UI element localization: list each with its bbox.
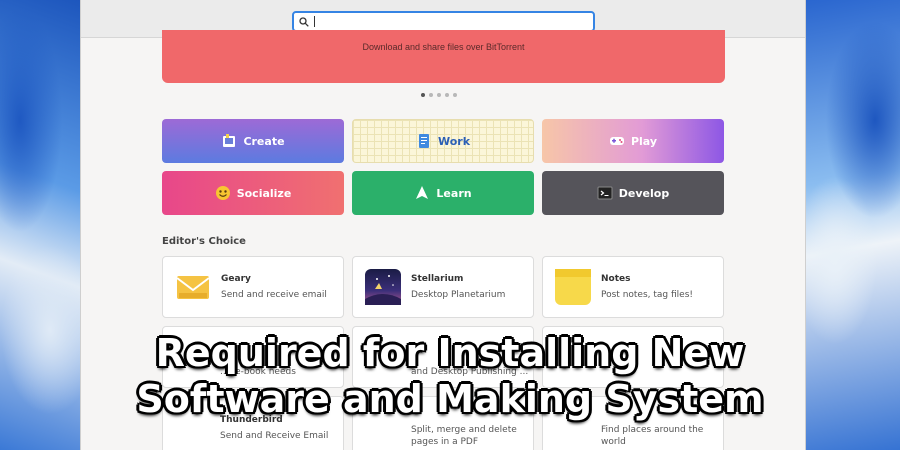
app-name: Notes xyxy=(601,274,631,284)
carousel-dot-5[interactable] xyxy=(453,93,457,97)
category-label: Develop xyxy=(618,186,670,200)
category-label: Learn xyxy=(436,186,472,200)
app-card-stellarium[interactable]: Stellarium Desktop Planetarium xyxy=(352,256,534,318)
palette-icon xyxy=(221,133,237,149)
category-label: Work xyxy=(437,134,471,148)
app-desc: Split, merge and delete pages in a PDF xyxy=(411,425,517,447)
text-caret xyxy=(314,16,315,27)
compass-icon xyxy=(414,185,430,201)
app-desc: Send and Receive Email xyxy=(220,431,329,441)
smiley-icon xyxy=(215,185,231,201)
category-label: Play xyxy=(630,134,658,148)
search-icon xyxy=(299,12,309,31)
app-desc: Find places around the world xyxy=(601,425,704,447)
app-name: Stellarium xyxy=(411,274,464,284)
category-play[interactable]: Play xyxy=(542,119,724,163)
caption-line-2: Software and Making System xyxy=(136,377,764,421)
category-create[interactable]: Create xyxy=(162,119,344,163)
category-label: Create xyxy=(243,134,285,148)
category-develop[interactable]: Develop xyxy=(542,171,724,215)
category-socialize[interactable]: Socialize xyxy=(162,171,344,215)
banner-text: Download and share files over BitTorrent xyxy=(362,42,525,52)
terminal-icon xyxy=(597,185,613,201)
app-desc: Send and receive email xyxy=(221,290,327,300)
carousel-dots xyxy=(421,93,457,97)
caption-line-1: Required for Installing New xyxy=(155,331,745,375)
app-name: Geary xyxy=(221,274,251,284)
carousel-dot-1[interactable] xyxy=(421,93,425,97)
featured-banner[interactable]: Download and share files over BitTorrent xyxy=(162,30,725,83)
gamepad-icon xyxy=(609,133,625,149)
app-desc: Desktop Planetarium xyxy=(411,290,506,300)
carousel-dot-4[interactable] xyxy=(445,93,449,97)
category-work[interactable]: Work xyxy=(352,119,534,163)
caption-overlay: Required for Installing New Software and… xyxy=(0,330,900,422)
app-desc: Post notes, tag files! xyxy=(601,290,693,300)
app-card-geary[interactable]: Geary Send and receive email xyxy=(162,256,344,318)
sticky-note-icon xyxy=(555,269,591,305)
category-learn[interactable]: Learn xyxy=(352,171,534,215)
category-label: Socialize xyxy=(236,186,292,200)
search-input[interactable] xyxy=(292,11,595,32)
carousel-dot-3[interactable] xyxy=(437,93,441,97)
app-card-notes[interactable]: Notes Post notes, tag files! xyxy=(542,256,724,318)
editors-choice-heading: Editor's Choice xyxy=(162,236,246,247)
planetarium-icon xyxy=(365,269,401,305)
envelope-icon xyxy=(175,269,211,305)
document-icon xyxy=(416,133,432,149)
carousel-dot-2[interactable] xyxy=(429,93,433,97)
